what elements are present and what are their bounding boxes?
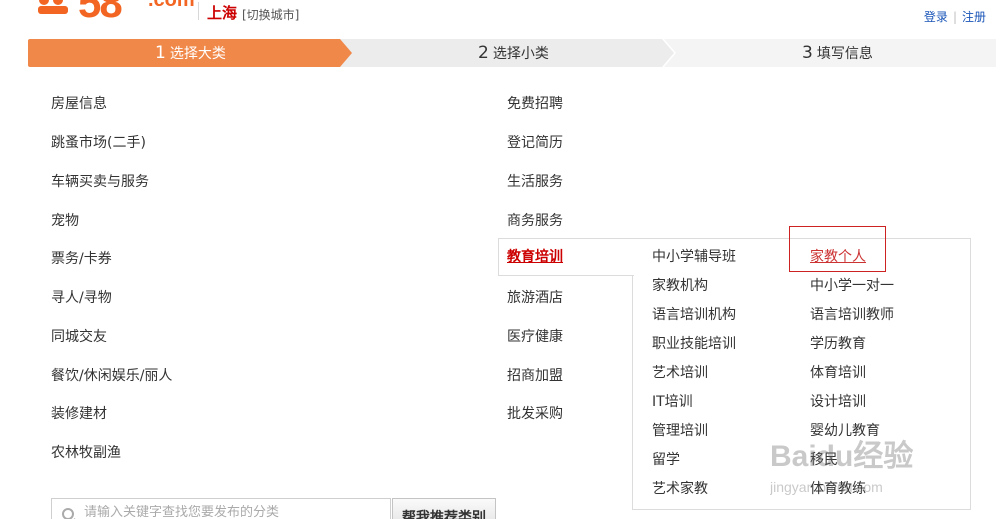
subcategory-item[interactable]: 中小学一对一: [810, 277, 894, 295]
subcategory-item[interactable]: 体育教练: [810, 480, 866, 498]
site-logo[interactable]: 58 .com: [36, 0, 196, 26]
current-city: 上海: [207, 4, 238, 22]
category-item[interactable]: 免费招聘: [507, 94, 563, 114]
subcategory-item[interactable]: 中小学辅导班: [652, 248, 736, 266]
category-item[interactable]: 同城交友: [51, 327, 107, 347]
step-2-arrow: [662, 39, 674, 67]
logo-number: 58: [78, 0, 123, 26]
step-2: 2 选择小类: [352, 39, 662, 67]
step-2-number: 2: [478, 43, 489, 63]
subcategory-item[interactable]: 学历教育: [810, 335, 866, 353]
category-search-box[interactable]: [51, 498, 391, 519]
logo-suffix: .com: [148, 0, 195, 11]
category-item[interactable]: 装修建材: [51, 404, 107, 424]
category-item[interactable]: 登记简历: [507, 133, 563, 153]
category-item[interactable]: 房屋信息: [51, 94, 107, 114]
highlight-box: [789, 226, 886, 272]
category-item[interactable]: 招商加盟: [507, 366, 563, 386]
subcategory-item[interactable]: 语言培训教师: [810, 306, 894, 324]
logo-figure-icon: [38, 0, 68, 14]
subcategory-item[interactable]: 移民: [810, 451, 838, 469]
step-3-number: 3: [802, 43, 813, 63]
category-item[interactable]: 商务服务: [507, 211, 563, 231]
search-input[interactable]: [84, 505, 384, 519]
category-item[interactable]: 票务/卡券: [51, 249, 112, 269]
step-1: 1 选择大类: [28, 39, 340, 67]
step-3-label: 填写信息: [816, 46, 873, 62]
step-2-label: 选择小类: [492, 46, 549, 62]
subcategory-item[interactable]: 家教机构: [652, 277, 708, 295]
category-item[interactable]: 医疗健康: [507, 327, 563, 347]
recommend-category-button[interactable]: 帮我推荐类别: [392, 498, 496, 519]
category-item[interactable]: 旅游酒店: [507, 288, 563, 308]
link-separator: |: [952, 10, 957, 24]
register-link[interactable]: 注册: [962, 10, 986, 24]
login-link[interactable]: 登录: [924, 10, 948, 24]
subcategory-item[interactable]: 职业技能培训: [652, 335, 736, 353]
search-icon: [62, 508, 74, 519]
category-item[interactable]: 餐饮/休闲娱乐/丽人: [51, 366, 172, 386]
subcategory-item[interactable]: 艺术培训: [652, 364, 708, 382]
category-item[interactable]: 宠物: [51, 211, 79, 231]
category-item[interactable]: 生活服务: [507, 172, 563, 192]
category-item[interactable]: 批发采购: [507, 404, 563, 424]
progress-steps: 1 选择大类 2 选择小类 3 填写信息: [28, 39, 996, 67]
category-item[interactable]: 农林牧副渔: [51, 443, 121, 463]
step-3: 3 填写信息: [676, 39, 996, 67]
category-item[interactable]: 寻人/寻物: [51, 288, 112, 308]
subcategory-item[interactable]: 体育培训: [810, 364, 866, 382]
header-divider: [198, 2, 199, 20]
subcategory-item[interactable]: 婴幼儿教育: [810, 422, 880, 440]
category-item[interactable]: 跳蚤市场(二手): [51, 133, 146, 153]
subcategory-item[interactable]: IT培训: [652, 393, 693, 411]
category-item[interactable]: 车辆买卖与服务: [51, 172, 149, 192]
step-1-arrow: [340, 39, 352, 67]
subcategory-item[interactable]: 语言培训机构: [652, 306, 736, 324]
subcategory-item[interactable]: 设计培训: [810, 393, 866, 411]
subcategory-item[interactable]: 留学: [652, 451, 680, 469]
switch-city-link[interactable]: [切换城市]: [242, 6, 299, 23]
subcategory-item[interactable]: 艺术家教: [652, 480, 708, 498]
step-1-number: 1: [155, 43, 166, 63]
step-1-label: 选择大类: [169, 46, 226, 62]
category-item-active[interactable]: 教育培训: [507, 247, 563, 267]
subcategory-item[interactable]: 管理培训: [652, 422, 708, 440]
account-links: 登录 | 注册: [924, 8, 986, 25]
